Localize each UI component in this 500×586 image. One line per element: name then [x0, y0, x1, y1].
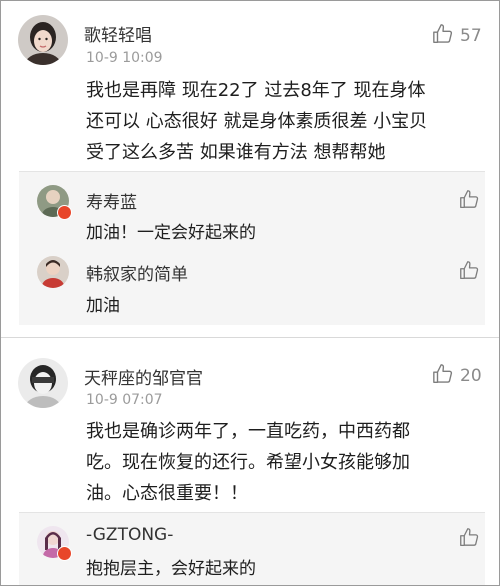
comment-text-line: 我也是再障 现在22了 过去8年了 现在身体 [86, 80, 426, 101]
like-button[interactable] [459, 527, 480, 552]
reply-text: 加油 [86, 296, 120, 316]
avatar[interactable] [37, 256, 69, 288]
reply-text: 加油！一定会好起来的 [86, 223, 256, 243]
like-count: 20 [460, 366, 482, 386]
verified-badge-icon [57, 546, 72, 561]
thumbs-up-icon [459, 260, 480, 285]
reply-username[interactable]: 寿寿蓝 [86, 188, 137, 213]
comment-timestamp: 10-9 10:09 [86, 50, 163, 66]
reply-list: -GZTONG- 抱抱层主，会好起来的 [19, 512, 485, 585]
comment-text-line: 我也是确诊两年了，一直吃药，中西药都 [86, 421, 410, 442]
like-count: 57 [460, 26, 482, 46]
comment-text-line: 油。心态很重要！！ [86, 483, 248, 504]
thumbs-up-icon [432, 23, 454, 49]
reply-item: 寿寿蓝 加油！一定会好起来的 [19, 172, 485, 248]
comment-text: 我也是再障 现在22了 过去8年了 现在身体 还可以 心态很好 就是身体素质很差… [86, 75, 427, 168]
comment-text-line: 吃。现在恢复的还行。希望小女孩能够加 [86, 452, 410, 473]
comment-item: 天秤座的邹官官 10-9 07:07 20 我也是确诊两年了，一直吃药，中西药都… [1, 338, 499, 585]
reply-text: 抱抱层主，会好起来的 [86, 559, 256, 579]
reply-item: 韩叙家的简单 加油 [19, 248, 485, 325]
comment-username[interactable]: 天秤座的邹官官 [84, 364, 203, 389]
thumbs-up-icon [432, 363, 454, 389]
like-button[interactable]: 20 [432, 363, 482, 389]
reply-username[interactable]: -GZTONG- [86, 525, 173, 545]
like-button[interactable] [459, 260, 480, 285]
comment-item: 歌轻轻唱 10-9 10:09 57 我也是再障 现在22了 过去8年了 现在身… [1, 1, 499, 333]
reply-list: 寿寿蓝 加油！一定会好起来的 韩叙家的简单 加油 [19, 171, 485, 325]
reply-username[interactable]: 韩叙家的简单 [86, 260, 188, 285]
comment-timestamp: 10-9 07:07 [86, 392, 163, 408]
comment-text: 我也是确诊两年了，一直吃药，中西药都 吃。现在恢复的还行。希望小女孩能够加 油。… [86, 416, 410, 509]
avatar[interactable] [18, 15, 68, 65]
comment-username[interactable]: 歌轻轻唱 [84, 21, 152, 46]
thumbs-up-icon [459, 527, 480, 552]
comment-text-line: 还可以 心态很好 就是身体素质很差 小宝贝 [86, 111, 428, 132]
like-button[interactable] [459, 189, 480, 214]
reply-item: -GZTONG- 抱抱层主，会好起来的 [19, 513, 485, 585]
avatar[interactable] [18, 358, 68, 408]
comment-text-line: 受了这么多苦 如果谁有方法 想帮帮她 [86, 142, 386, 163]
thumbs-up-icon [459, 189, 480, 214]
comment-feed: 歌轻轻唱 10-9 10:09 57 我也是再障 现在22了 过去8年了 现在身… [0, 0, 500, 586]
verified-badge-icon [57, 205, 72, 220]
like-button[interactable]: 57 [432, 23, 482, 49]
